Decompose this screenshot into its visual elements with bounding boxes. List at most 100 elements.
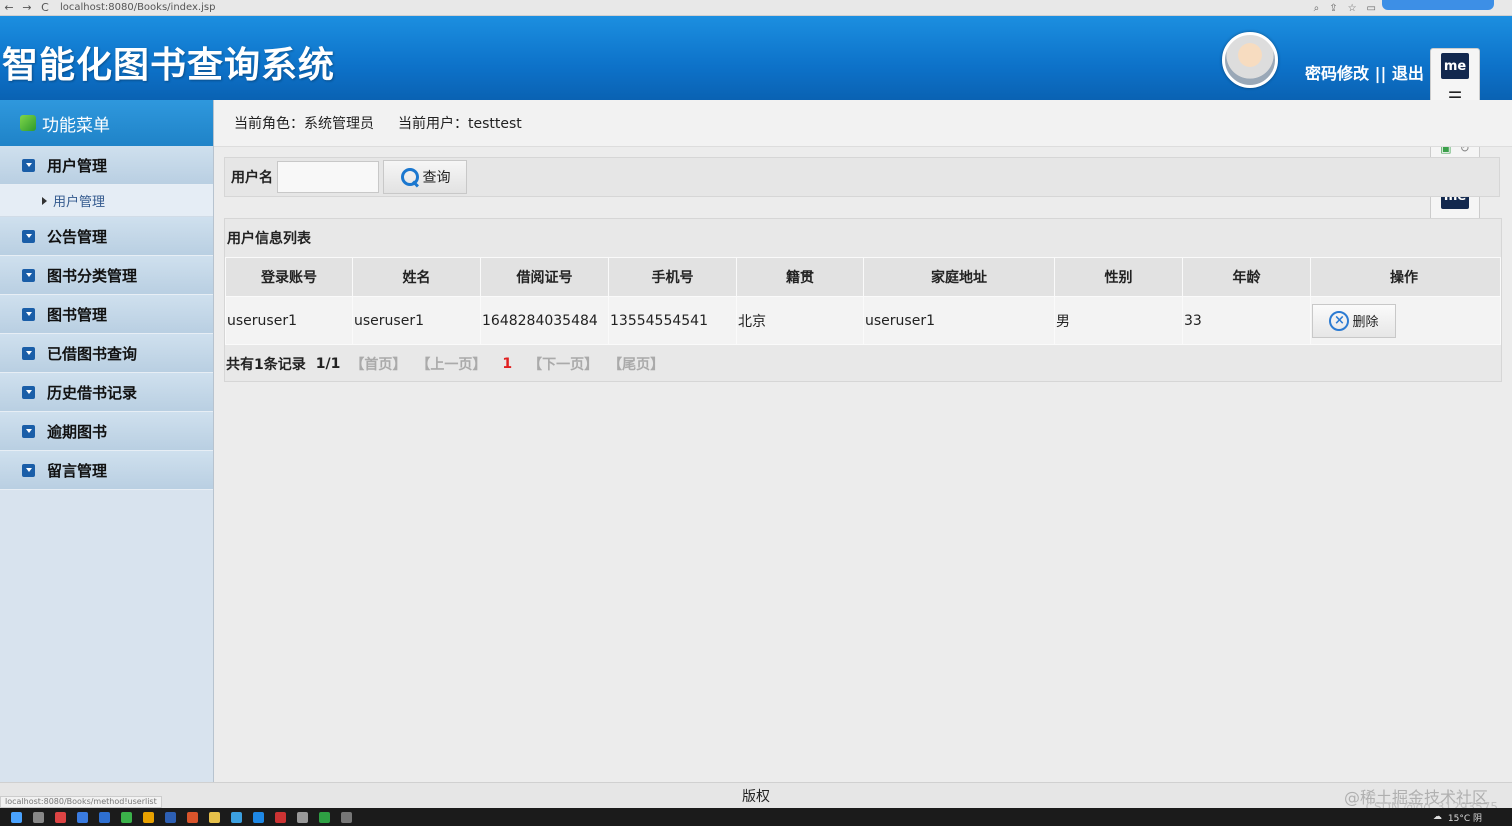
username-label: 用户名 <box>231 170 273 186</box>
user-label: 当前用户： <box>398 116 468 132</box>
sidebar-item-borrowed-books[interactable]: 已借图书查询 <box>0 334 213 373</box>
current-role: 当前角色：系统管理员 <box>234 113 374 133</box>
sidebar-item-label: 留言管理 <box>47 461 108 480</box>
column-header: 家庭地址 <box>863 257 1055 297</box>
expand-icon <box>22 229 35 243</box>
sidebar-title: 功能菜单 <box>0 100 213 146</box>
page-indicator: 1/1 <box>315 356 341 372</box>
table-cell: useruser1 <box>863 296 1055 345</box>
folder-icon[interactable] <box>209 811 220 823</box>
wechat-icon[interactable] <box>121 811 132 823</box>
sidebar-item-book-categories[interactable]: 图书分类管理 <box>0 256 213 295</box>
sidebar-item-announcements[interactable]: 公告管理 <box>0 217 213 256</box>
extension-badge[interactable] <box>1382 0 1494 10</box>
sidebar-subitem-user-management[interactable]: 用户管理 <box>0 185 213 217</box>
sidebar-item-user-management[interactable]: 用户管理 <box>0 146 213 185</box>
last-page-link[interactable]: 【尾页】 <box>608 354 664 374</box>
user-links: 密码修改 || 退出 <box>1305 60 1424 84</box>
app-icon[interactable] <box>187 811 198 823</box>
column-header: 籍贯 <box>736 257 864 297</box>
logout-link[interactable]: 退出 <box>1392 64 1424 83</box>
column-header: 性别 <box>1054 257 1183 297</box>
sidebar-item-overdue-books[interactable]: 逾期图书 <box>0 412 213 451</box>
reload-icon[interactable]: C <box>36 1 54 14</box>
app-icon[interactable] <box>231 811 242 823</box>
forward-icon[interactable]: → <box>18 1 36 14</box>
sidebar-item-messages[interactable]: 留言管理 <box>0 451 213 490</box>
expand-icon <box>22 268 35 282</box>
expand-icon <box>22 307 35 321</box>
prev-page-link[interactable]: 【上一页】 <box>416 354 486 374</box>
expand-icon <box>22 424 35 438</box>
app-icon[interactable] <box>297 811 308 823</box>
star-icon[interactable]: ☆ <box>1348 3 1357 14</box>
table-row: useruser1 useruser1 1648284035484 135545… <box>225 296 1501 345</box>
sidebar-item-label: 逾期图书 <box>47 422 108 441</box>
column-header: 登录账号 <box>225 257 353 297</box>
user-list-panel: 用户信息列表 登录账号 姓名 借阅证号 手机号 籍贯 家庭地址 性别 年龄 操作… <box>224 218 1502 382</box>
table-cell: × 删除 <box>1310 296 1501 345</box>
sidebar-item-label: 历史借书记录 <box>47 383 138 402</box>
record-count: 共有1条记录 <box>226 357 306 373</box>
sidebar-item-borrow-history[interactable]: 历史借书记录 <box>0 373 213 412</box>
app-icon[interactable] <box>319 811 330 823</box>
column-header: 操作 <box>1310 257 1501 297</box>
app-icon[interactable] <box>253 811 264 823</box>
app-icon[interactable] <box>55 811 66 823</box>
sidebar-icon[interactable]: ▭ <box>1367 3 1376 14</box>
search-icon[interactable] <box>33 811 44 823</box>
app-icon[interactable] <box>341 811 352 823</box>
expand-icon <box>22 158 35 172</box>
current-user-bar: 当前角色：系统管理员 当前用户：testtest <box>214 100 1512 147</box>
weather-icon[interactable]: ☁ <box>1433 812 1442 822</box>
expand-icon <box>22 385 35 399</box>
column-header: 年龄 <box>1182 257 1311 297</box>
browser-actions: ⌕ ⇪ ☆ ▭ <box>1314 0 1376 16</box>
zoom-icon[interactable]: ⌕ <box>1314 3 1320 14</box>
search-button[interactable]: 查询 <box>383 160 467 194</box>
caret-right-icon <box>42 196 47 205</box>
change-password-link[interactable]: 密码修改 <box>1305 64 1369 83</box>
table-cell: 33 <box>1182 296 1311 345</box>
back-icon[interactable]: ← <box>0 1 18 14</box>
current-user: 当前用户：testtest <box>398 113 522 133</box>
search-icon <box>400 167 420 187</box>
table-header-row: 登录账号 姓名 借阅证号 手机号 籍贯 家庭地址 性别 年龄 操作 <box>225 257 1501 297</box>
address-bar[interactable]: localhost:8080/Books/index.jsp <box>60 2 215 13</box>
close-circle-icon: × <box>1329 310 1350 331</box>
app-icon[interactable] <box>99 811 110 823</box>
chrome-icon[interactable] <box>143 811 154 823</box>
app-icon[interactable] <box>77 811 88 823</box>
browser-toolbar: ← → C localhost:8080/Books/index.jsp ⌕ ⇪… <box>0 0 1512 16</box>
first-page-link[interactable]: 【首页】 <box>350 354 406 374</box>
role-label: 当前角色： <box>234 116 304 132</box>
app-icon[interactable] <box>275 811 286 823</box>
user-table: 登录账号 姓名 借阅证号 手机号 籍贯 家庭地址 性别 年龄 操作 userus… <box>225 257 1501 345</box>
me-logo-icon[interactable]: me <box>1441 53 1469 79</box>
share-icon[interactable]: ⇪ <box>1329 3 1337 14</box>
current-page[interactable]: 1 <box>502 356 512 372</box>
footer: 版权 <box>0 782 1512 808</box>
weather-text: 15°C 阴 <box>1447 813 1482 824</box>
next-page-link[interactable]: 【下一页】 <box>528 354 598 374</box>
username-search-input[interactable] <box>277 161 379 193</box>
delete-button[interactable]: × 删除 <box>1312 303 1396 338</box>
sidebar-item-books[interactable]: 图书管理 <box>0 295 213 334</box>
pagination: 共有1条记录 1/1 【首页】 【上一页】 1 【下一页】 【尾页】 <box>225 345 1501 383</box>
avatar <box>1222 32 1278 88</box>
sidebar-item-label: 已借图书查询 <box>47 344 138 363</box>
sidebar: 功能菜单 用户管理 用户管理 公告管理 图书分类管理 图书管理 已借图书查询 历… <box>0 100 214 782</box>
delete-button-label: 删除 <box>1352 315 1379 330</box>
sidebar-subitem-label: 用户管理 <box>53 195 106 210</box>
table-cell: useruser1 <box>225 296 353 345</box>
app-icon[interactable] <box>165 811 176 823</box>
start-icon[interactable] <box>11 811 22 823</box>
expand-icon <box>22 346 35 360</box>
table-cell: useruser1 <box>352 296 481 345</box>
os-taskbar: ☁ 15°C 阴 <box>0 808 1512 826</box>
table-cell: 1648284035484 <box>480 296 609 345</box>
sidebar-title-label: 功能菜单 <box>42 115 110 136</box>
table-cell: 北京 <box>736 296 864 345</box>
column-header: 手机号 <box>608 257 737 297</box>
sidebar-item-label: 用户管理 <box>47 156 108 175</box>
